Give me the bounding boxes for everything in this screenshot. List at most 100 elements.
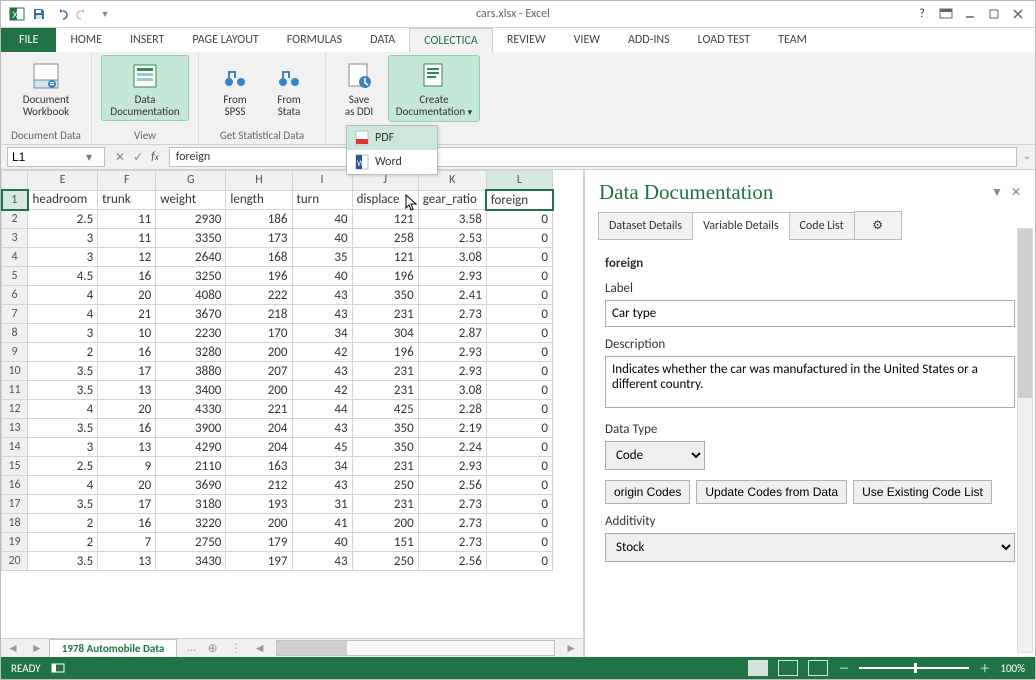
update-codes-button[interactable]: Update Codes from Data — [696, 480, 847, 504]
cell[interactable]: 231 — [352, 362, 418, 381]
row-16[interactable]: 16 — [2, 476, 28, 495]
help-icon[interactable]: ? — [911, 4, 933, 24]
cell[interactable]: 40 — [292, 267, 352, 286]
from-stata-button[interactable]: From Stata — [264, 55, 314, 121]
col-H[interactable]: H — [226, 171, 292, 191]
name-box-dropdown-icon[interactable]: ▾ — [82, 150, 96, 165]
pane-dropdown-icon[interactable]: ▼ — [991, 185, 1003, 200]
cell[interactable]: 10 — [98, 324, 156, 343]
row-14[interactable]: 14 — [2, 438, 28, 457]
cell[interactable]: 20 — [98, 476, 156, 495]
fx-icon[interactable]: fx — [151, 150, 159, 164]
cell[interactable]: 121 — [352, 210, 418, 229]
cell[interactable]: 3.5 — [28, 362, 98, 381]
cell[interactable]: 2.5 — [28, 210, 98, 229]
col-L[interactable]: L — [486, 171, 552, 191]
cell[interactable]: 43 — [292, 286, 352, 305]
cell[interactable]: 4 — [28, 305, 98, 324]
cell[interactable]: 3280 — [156, 343, 226, 362]
from-spss-button[interactable]: From SPSS — [210, 55, 260, 121]
cell[interactable]: 3350 — [156, 229, 226, 248]
maximize-button[interactable] — [983, 4, 1005, 24]
cancel-formula-icon[interactable]: ✕ — [115, 150, 125, 165]
cell[interactable]: 2.19 — [418, 419, 486, 438]
undo-icon[interactable] — [51, 4, 71, 24]
cell[interactable]: foreign — [486, 190, 552, 210]
datatype-select[interactable]: Code — [605, 441, 705, 470]
cell[interactable]: turn — [292, 190, 352, 210]
cell[interactable]: 200 — [226, 514, 292, 533]
cell[interactable]: 179 — [226, 533, 292, 552]
tab-add-ins[interactable]: ADD-INS — [614, 28, 684, 52]
create-documentation-button[interactable]: Create Documentation ▾ — [388, 55, 480, 122]
cell[interactable]: 11 — [98, 229, 156, 248]
cell[interactable]: trunk — [98, 190, 156, 210]
row-17[interactable]: 17 — [2, 495, 28, 514]
cell[interactable]: 34 — [292, 324, 352, 343]
zoom-out-icon[interactable]: － — [838, 660, 849, 676]
description-input[interactable]: Indicates whether the car was manufactur… — [605, 356, 1015, 408]
cell[interactable]: 40 — [292, 229, 352, 248]
cell[interactable]: 2750 — [156, 533, 226, 552]
dropdown-word[interactable]: W Word — [347, 150, 437, 174]
cell[interactable]: 2110 — [156, 457, 226, 476]
row-8[interactable]: 8 — [2, 324, 28, 343]
cell[interactable]: 193 — [226, 495, 292, 514]
cell[interactable]: 231 — [352, 381, 418, 400]
qat-dropdown-icon[interactable]: ▼ — [95, 4, 115, 24]
row-19[interactable]: 19 — [2, 533, 28, 552]
tab-dataset-details[interactable]: Dataset Details — [598, 212, 693, 240]
cell[interactable]: 3 — [28, 248, 98, 267]
col-I[interactable]: I — [292, 171, 352, 191]
tab-formulas[interactable]: FORMULAS — [273, 28, 356, 52]
cell[interactable]: 0 — [486, 495, 552, 514]
cell[interactable]: 13 — [98, 552, 156, 571]
cell[interactable]: 3180 — [156, 495, 226, 514]
additivity-select[interactable]: Stock — [605, 533, 1015, 562]
formula-input[interactable]: foreign — [169, 147, 1017, 167]
cell[interactable]: 186 — [226, 210, 292, 229]
tab-code-list[interactable]: Code List — [789, 212, 855, 240]
cell[interactable]: 3 — [28, 324, 98, 343]
h-scrollbar[interactable] — [276, 640, 556, 656]
cell[interactable]: 2930 — [156, 210, 226, 229]
pane-v-scrollbar[interactable] — [1017, 228, 1033, 653]
cell[interactable]: 0 — [486, 286, 552, 305]
cell[interactable]: 0 — [486, 533, 552, 552]
cell[interactable]: 196 — [352, 343, 418, 362]
row-1[interactable]: 1 — [2, 190, 28, 210]
cell[interactable]: 2 — [28, 343, 98, 362]
document-workbook-button[interactable]: Document Workbook — [13, 55, 79, 121]
cell[interactable]: 0 — [486, 362, 552, 381]
cell[interactable]: 20 — [98, 286, 156, 305]
name-box[interactable]: ▾ — [7, 147, 105, 167]
cell[interactable]: 3220 — [156, 514, 226, 533]
cell[interactable]: 231 — [352, 305, 418, 324]
cell[interactable]: 13 — [98, 438, 156, 457]
cell[interactable]: 250 — [352, 476, 418, 495]
cell[interactable]: 3.5 — [28, 381, 98, 400]
cell[interactable]: 200 — [226, 381, 292, 400]
cell[interactable]: 35 — [292, 248, 352, 267]
cell[interactable]: 0 — [486, 514, 552, 533]
macro-record-icon[interactable] — [51, 662, 65, 674]
cell[interactable]: 3250 — [156, 267, 226, 286]
tab-data[interactable]: DATA — [356, 28, 409, 52]
cell[interactable]: 0 — [486, 476, 552, 495]
cell[interactable]: 34 — [292, 457, 352, 476]
cell[interactable]: 2.73 — [418, 514, 486, 533]
cell[interactable]: 196 — [352, 267, 418, 286]
name-box-input[interactable] — [8, 149, 82, 165]
cell[interactable]: 4080 — [156, 286, 226, 305]
cell[interactable]: 231 — [352, 495, 418, 514]
cell[interactable]: 2.28 — [418, 400, 486, 419]
cell[interactable]: 2.56 — [418, 552, 486, 571]
cell[interactable]: 16 — [98, 343, 156, 362]
cell[interactable]: 21 — [98, 305, 156, 324]
cell[interactable]: 3880 — [156, 362, 226, 381]
cell[interactable]: 204 — [226, 438, 292, 457]
cell[interactable]: 2640 — [156, 248, 226, 267]
cell[interactable]: 3.5 — [28, 552, 98, 571]
cell[interactable]: 200 — [226, 343, 292, 362]
cell[interactable]: 2.93 — [418, 343, 486, 362]
